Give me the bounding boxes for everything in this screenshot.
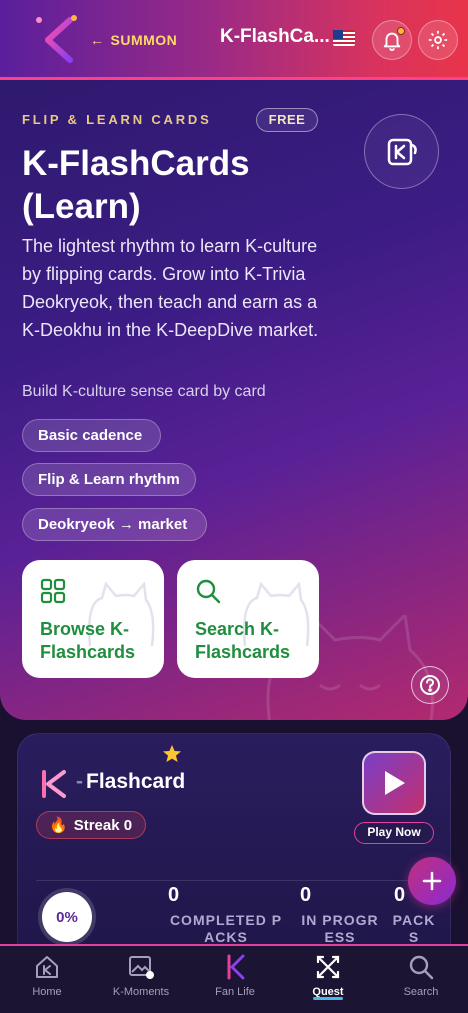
nav-home[interactable]: Home	[0, 954, 94, 998]
fire-icon: 🔥	[49, 817, 68, 834]
home-icon	[36, 956, 58, 978]
photo-icon	[129, 956, 154, 979]
hero-section: FLIP & LEARN CARDS FREE K-FlashCards (Le…	[0, 80, 468, 720]
notifications-button[interactable]	[372, 20, 412, 60]
play-button[interactable]	[362, 751, 426, 815]
nav-k-moments[interactable]: K-Moments	[94, 954, 188, 998]
us-flag-icon[interactable]	[333, 30, 355, 46]
quest-title-dash: -	[76, 770, 83, 793]
browse-flashcards-button[interactable]: Browse K-Flashcards	[22, 560, 164, 678]
app-header: ← SUMMON K-FlashCa...	[0, 0, 468, 80]
k-logo-icon	[227, 954, 245, 980]
nav-active-indicator	[313, 997, 343, 1000]
nav-fan-life[interactable]: Fan Life	[188, 954, 282, 998]
hero-subtitle: Build K-culture sense card by card	[22, 383, 266, 400]
k-logo-icon	[42, 770, 66, 798]
quest-title-text: Flashcard	[86, 770, 186, 793]
divider	[36, 880, 432, 881]
nav-fan-life-label: Fan Life	[215, 986, 255, 998]
bottom-navigation: Home K-Moments Fan Life Quest Search	[0, 944, 468, 1013]
gear-icon	[428, 30, 448, 50]
search-flashcards-label: Search K-Flashcards	[195, 619, 291, 662]
search-flashcards-button[interactable]: Search K-Flashcards	[177, 560, 319, 678]
flashcard-icon	[364, 114, 439, 189]
packs-label: PACKS	[392, 912, 436, 945]
nav-home-label: Home	[32, 986, 62, 998]
streak-badge: 🔥 Streak 0	[36, 811, 146, 839]
star-icon	[163, 745, 181, 762]
back-label: SUMMON	[110, 32, 178, 48]
help-button[interactable]	[411, 666, 449, 704]
chip-deokryeok-market[interactable]: Deokryeok → market	[22, 508, 207, 541]
packs-value: 0	[394, 884, 406, 906]
arrow-left-icon: ←	[90, 32, 105, 48]
chip-basic-cadence[interactable]: Basic cadence	[22, 419, 161, 452]
hero-title: K-FlashCards (Learn)	[22, 144, 250, 226]
question-icon	[420, 675, 440, 695]
streak-label: Streak 0	[73, 816, 133, 834]
completed-packs-label: COMPLETED PACKS	[169, 912, 283, 945]
nav-quest[interactable]: Quest	[281, 954, 375, 998]
browse-flashcards-label: Browse K-Flashcards	[40, 619, 136, 662]
plus-icon	[422, 871, 442, 891]
search-icon	[196, 579, 221, 604]
chip-flip-learn-rhythm[interactable]: Flip & Learn rhythm	[22, 463, 196, 496]
progress-percent: 0%	[42, 892, 92, 942]
quest-title: - Flashcard	[76, 770, 185, 794]
back-summon-link[interactable]: ← SUMMON	[90, 30, 177, 50]
add-fab-button[interactable]	[408, 857, 456, 905]
hero-eyebrow: FLIP & LEARN CARDS	[22, 112, 212, 127]
search-icon	[409, 955, 434, 980]
settings-button[interactable]	[418, 20, 458, 60]
quest-icon	[316, 955, 340, 979]
header-title: K-FlashCa...	[220, 26, 330, 47]
completed-packs-value: 0	[168, 884, 180, 906]
nav-search-label: Search	[403, 986, 439, 998]
hero-description: The lightest rhythm to learn K-culture b…	[22, 236, 319, 340]
free-badge: FREE	[256, 108, 318, 132]
notification-dot	[397, 27, 405, 35]
play-icon	[385, 771, 405, 795]
in-progress-label: IN PROGRESS	[301, 912, 379, 945]
nav-k-moments-label: K-Moments	[112, 986, 170, 998]
in-progress-value: 0	[300, 884, 312, 906]
grid-icon	[40, 578, 66, 604]
play-now-button[interactable]: Play Now	[354, 822, 434, 844]
nav-search[interactable]: Search	[374, 954, 468, 998]
app-logo-icon[interactable]	[30, 12, 86, 68]
flashcard-quest-card[interactable]: - Flashcard 🔥 Streak 0 Play Now 0% 0 COMP…	[17, 733, 451, 973]
